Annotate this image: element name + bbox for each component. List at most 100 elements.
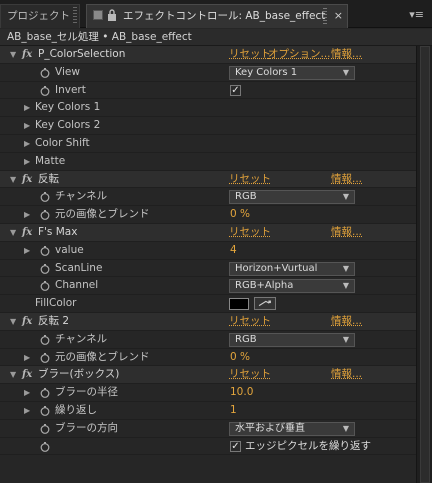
stopwatch-icon[interactable] [40,423,50,434]
tab-project[interactable]: プロジェクト [0,4,80,28]
reset-link[interactable]: リセット [229,313,271,331]
stopwatch-icon[interactable] [40,245,50,256]
fx-toggle-icon[interactable]: fx [22,366,32,384]
about-link[interactable]: 情報... [331,313,362,331]
property-row-channel: チャンネル RGB ▼ [0,188,416,207]
property-label: Key Colors 1 [35,101,101,114]
twirl-open-icon[interactable]: ▼ [10,224,16,242]
dropdown-value: RGB [235,191,257,203]
stopwatch-icon[interactable] [40,352,50,363]
chevron-down-icon: ▼ [342,67,349,77]
property-row-blur-radius: ▶ ブラーの半径 10.0 [0,384,416,402]
dropdown-value: RGB [235,333,257,345]
effect-header-fs-max[interactable]: ▼ fx F's Max リセット 情報... [0,223,416,242]
stopwatch-icon[interactable] [40,67,50,78]
effect-header-invert[interactable]: ▼ fx 反転 リセット 情報... [0,170,416,189]
twirl-open-icon[interactable]: ▼ [10,171,16,189]
stopwatch-icon[interactable] [40,85,50,96]
scrollbar-thumb[interactable] [420,46,430,483]
property-row-scanline: ScanLine Horizon+Vurtual ▼ [0,259,416,278]
scrubbable-value[interactable]: 10.0 [230,384,253,402]
property-group-color-shift[interactable]: ▶ Color Shift [0,134,416,153]
twirl-closed-icon[interactable]: ▶ [24,117,30,135]
reset-link[interactable]: リセット [229,224,271,242]
twirl-open-icon[interactable]: ▼ [10,313,16,331]
blur-direction-dropdown[interactable]: 水平および垂直 ▼ [229,421,355,436]
about-link[interactable]: 情報... [331,46,362,64]
property-row-blend: ▶ 元の画像とブレンド 0 % [0,206,416,224]
tab-effect-controls[interactable]: エフェクトコントロール: AB_base_effect × [86,4,348,28]
effect-header-p-colorselection[interactable]: ▼ fx P_ColorSelection リセット オプション... 情報..… [0,46,416,64]
effect-name: F's Max [38,225,78,238]
chevron-down-icon: ▼ [342,281,349,291]
twirl-closed-icon[interactable]: ▶ [24,153,30,171]
view-dropdown[interactable]: Key Colors 1 ▼ [229,65,355,80]
repeat-edge-checkbox[interactable]: ✓ [230,440,241,452]
about-link[interactable]: 情報... [331,171,362,189]
channel-dropdown[interactable]: RGB+Alpha ▼ [229,279,355,294]
twirl-closed-icon[interactable]: ▶ [24,384,30,402]
vertical-scrollbar[interactable] [416,46,432,483]
twirl-closed-icon[interactable]: ▶ [24,402,30,420]
panel-tab-bar: プロジェクト エフェクトコントロール: AB_base_effect × ▾≡ [0,0,432,28]
property-label: ブラーの方向 [55,421,118,434]
property-row-blend: ▶ 元の画像とブレンド 0 % [0,348,416,367]
stopwatch-icon[interactable] [40,388,50,399]
reset-link[interactable]: リセット [229,366,271,384]
stopwatch-icon[interactable] [40,263,50,274]
channel-dropdown[interactable]: RGB ▼ [229,332,355,347]
property-row-view: View Key Colors 1 ▼ [0,63,416,82]
scrubbable-value[interactable]: 4 [230,242,237,260]
twirl-open-icon[interactable]: ▼ [10,366,16,384]
fx-toggle-icon[interactable]: fx [22,171,32,189]
effect-header-invert-2[interactable]: ▼ fx 反転 2 リセット 情報... [0,312,416,331]
channel-dropdown[interactable]: RGB ▼ [229,190,355,205]
dropdown-value: 水平および垂直 [235,422,305,434]
property-label: Channel [55,279,99,292]
effect-header-box-blur[interactable]: ▼ fx ブラー(ボックス) リセット 情報... [0,366,416,385]
dropdown-value: Key Colors 1 [235,66,298,78]
twirl-closed-icon[interactable]: ▶ [24,99,30,117]
effect-name: ブラー(ボックス) [38,368,120,381]
effects-list: ▼ fx P_ColorSelection リセット オプション... 情報..… [0,46,416,456]
stopwatch-icon[interactable] [40,281,50,292]
property-group-key-colors-2[interactable]: ▶ Key Colors 2 [0,117,416,135]
scrubbable-value[interactable]: 0 % [230,206,250,224]
tab-grip-icon[interactable] [323,8,327,24]
panel-menu-icon[interactable]: ▾≡ [409,8,424,21]
options-link[interactable]: オプション... [268,46,331,64]
twirl-closed-icon[interactable]: ▶ [24,206,30,224]
stopwatch-icon[interactable] [40,210,50,221]
fx-toggle-icon[interactable]: fx [22,46,32,64]
reset-link[interactable]: リセット [229,171,271,189]
twirl-closed-icon[interactable]: ▶ [24,349,30,367]
twirl-closed-icon[interactable]: ▶ [24,242,30,260]
invert-checkbox[interactable]: ✓ [230,84,241,96]
stopwatch-icon[interactable] [40,192,50,203]
reset-link[interactable]: リセット [229,46,271,64]
scrubbable-value[interactable]: 0 % [230,349,250,367]
fx-toggle-icon[interactable]: fx [22,313,32,331]
twirl-closed-icon[interactable]: ▶ [24,135,30,153]
property-group-key-colors-1[interactable]: ▶ Key Colors 1 [0,99,416,118]
fx-toggle-icon[interactable]: fx [22,224,32,242]
property-label: FillColor [35,297,77,310]
stopwatch-icon[interactable] [40,405,50,416]
tab-project-label: プロジェクト [7,10,70,22]
twirl-open-icon[interactable]: ▼ [10,46,16,64]
property-label: チャンネル [55,332,108,345]
stopwatch-icon[interactable] [40,441,50,452]
about-link[interactable]: 情報... [331,366,362,384]
property-label: Invert [55,83,86,96]
close-icon[interactable]: × [334,5,343,27]
lock-icon[interactable] [107,9,117,21]
stopwatch-icon[interactable] [40,334,50,345]
panel-color-icon [93,10,103,20]
color-swatch[interactable] [229,298,249,311]
tab-grip-icon[interactable] [73,7,77,25]
scanline-dropdown[interactable]: Horizon+Vurtual ▼ [229,261,355,276]
about-link[interactable]: 情報... [331,224,362,242]
property-group-matte[interactable]: ▶ Matte [0,152,416,171]
eyedropper-icon[interactable] [254,297,276,311]
scrubbable-value[interactable]: 1 [230,402,237,420]
